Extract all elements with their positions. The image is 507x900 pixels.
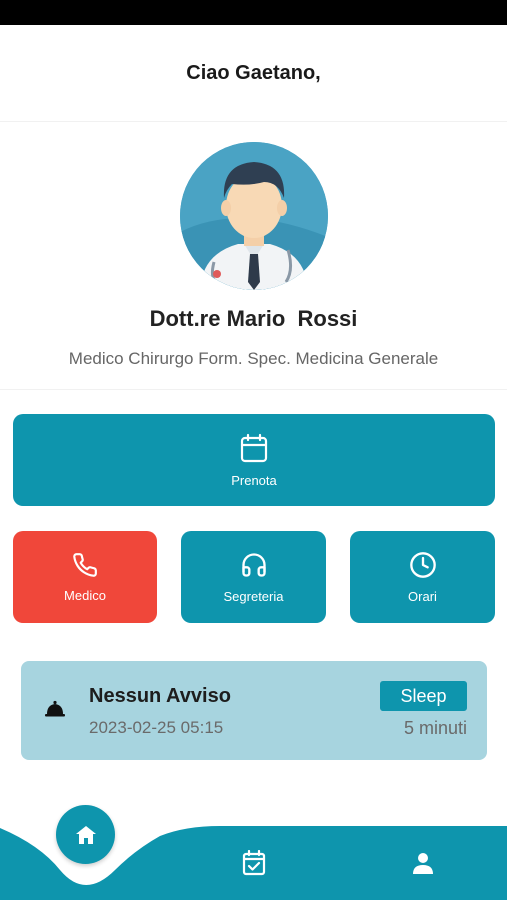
greeting-text: Ciao Gaetano, xyxy=(186,61,321,84)
segreteria-button[interactable]: Segreteria xyxy=(181,531,326,623)
bell-icon xyxy=(45,700,65,717)
notice-card: Nessun Avviso 2023-02-25 05:15 Sleep 5 m… xyxy=(21,661,487,760)
phone-icon xyxy=(73,552,97,577)
headset-icon xyxy=(241,552,266,577)
nav-home-button[interactable] xyxy=(56,805,115,864)
notice-datetime: 2023-02-25 05:15 xyxy=(89,718,224,737)
greeting-header: Ciao Gaetano, xyxy=(0,25,507,122)
prenota-button[interactable]: Prenota xyxy=(13,414,495,506)
doctor-specialty: Medico Chirurgo Form. Spec. Medicina Gen… xyxy=(68,349,439,368)
calendar-check-icon[interactable] xyxy=(242,850,266,876)
segreteria-label: Segreteria xyxy=(223,588,284,604)
clock-icon xyxy=(409,551,436,578)
orari-label: Orari xyxy=(408,588,437,604)
medico-label: Medico xyxy=(64,587,106,603)
doctor-profile: Dott.re Mario Rossi Medico Chirurgo Form… xyxy=(0,122,507,390)
calendar-icon xyxy=(240,433,268,462)
doctor-avatar xyxy=(180,142,328,290)
user-icon[interactable] xyxy=(412,852,434,874)
medico-button[interactable]: Medico xyxy=(13,531,157,623)
orari-button[interactable]: Orari xyxy=(350,531,495,623)
home-icon xyxy=(75,825,96,844)
notice-title: Nessun Avviso xyxy=(89,685,231,707)
notice-duration: 5 minuti xyxy=(403,718,467,738)
prenota-label: Prenota xyxy=(231,472,277,488)
status-bar xyxy=(0,0,507,25)
doctor-name: Dott.re Mario Rossi xyxy=(149,306,358,331)
sleep-button[interactable]: Sleep xyxy=(380,681,467,711)
